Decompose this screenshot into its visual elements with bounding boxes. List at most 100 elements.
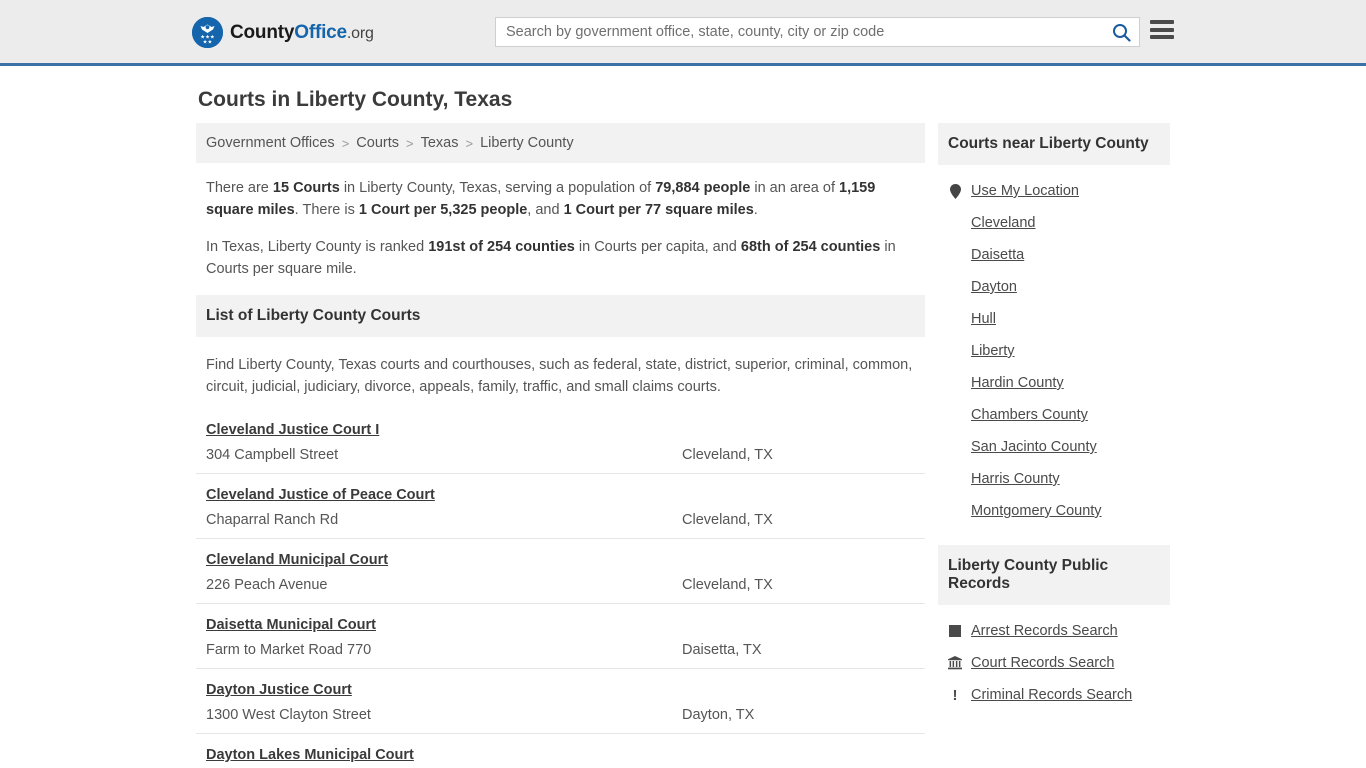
public-records-heading: Liberty County Public Records [938, 545, 1170, 605]
public-record-link-row[interactable]: Court Records Search [948, 647, 1160, 679]
court-meta: Chaparral Ranch Rd Cleveland, TX [206, 512, 915, 528]
intro-paragraph-1: There are 15 Courts in Liberty County, T… [206, 180, 876, 219]
nearby-link-liberty[interactable]: Liberty [971, 343, 1015, 359]
search-bar[interactable] [495, 17, 1140, 47]
nearby-link-row[interactable]: Daisetta [948, 239, 1160, 271]
nearby-link-montgomery-county[interactable]: Montgomery County [971, 503, 1102, 519]
court-list-item: Cleveland Justice Court I 304 Campbell St… [196, 409, 925, 473]
public-records-panel: Liberty County Public Records Arrest Rec… [938, 545, 1170, 715]
search-input[interactable] [496, 18, 1103, 46]
public-record-link-arrest-records-search[interactable]: Arrest Records Search [971, 623, 1118, 639]
search-button[interactable] [1103, 18, 1139, 46]
court-list-item: Cleveland Municipal Court 226 Peach Avenu… [196, 537, 925, 603]
logo-text-county: County [230, 21, 295, 43]
stat-court-count: 15 Courts [272, 180, 340, 196]
stat-per-area: 1 Court per 77 square miles [563, 202, 754, 219]
court-city: Daisetta, TX [682, 641, 762, 658]
courts-list: Cleveland Justice Court I 304 Campbell St… [196, 409, 925, 768]
breadcrumb-item-texas[interactable]: Texas [421, 135, 459, 151]
search-icon [1112, 23, 1131, 42]
breadcrumb-separator: > [341, 135, 350, 151]
nearby-link-row[interactable]: Cleveland [948, 207, 1160, 239]
public-record-link-criminal-records-search[interactable]: Criminal Records Search [971, 687, 1132, 703]
nearby-link-row[interactable]: Liberty [948, 335, 1160, 367]
logo-text-office: Office [294, 21, 347, 43]
stat-rank-area: 68th of 254 counties [740, 238, 881, 255]
court-meta: Farm to Market Road 770 Daisetta, TX [206, 642, 915, 658]
intro-statistics: There are 15 Courts in Liberty County, T… [196, 163, 925, 281]
breadcrumb-item-government-offices[interactable]: Government Offices [206, 135, 335, 151]
list-section-description: Find Liberty County, Texas courts and co… [206, 356, 913, 396]
court-name-link[interactable]: Dayton Justice Court [206, 682, 352, 698]
nearby-link-san-jacinto-county[interactable]: San Jacinto County [971, 439, 1097, 455]
court-address: 226 Peach Avenue [206, 576, 328, 593]
court-name-link[interactable]: Cleveland Justice of Peace Court [206, 487, 435, 503]
public-record-link-row[interactable]: ! Criminal Records Search [948, 679, 1160, 711]
public-record-link-row[interactable]: Arrest Records Search [948, 615, 1160, 647]
court-meta: 226 Peach Avenue Cleveland, TX [206, 577, 915, 593]
stat-population: 79,884 people [655, 180, 751, 196]
nearby-link-row[interactable]: San Jacinto County [948, 431, 1160, 463]
nearby-link-daisetta[interactable]: Daisetta [971, 247, 1024, 263]
map-pin-icon [948, 183, 962, 199]
square-icon [948, 625, 962, 637]
court-address: 1300 West Clayton Street [206, 706, 371, 723]
court-name-link[interactable]: Dayton Lakes Municipal Court [206, 747, 414, 763]
site-logo[interactable]: ★★★ ★★ CountyOffice.org [192, 17, 374, 48]
court-city: Cleveland, TX [682, 576, 773, 593]
court-list-item: Cleveland Justice of Peace Court Chaparra… [196, 472, 925, 538]
nearby-link-hull[interactable]: Hull [971, 311, 996, 327]
court-list-item: Dayton Justice Court 1300 West Clayton St… [196, 667, 925, 733]
nearby-link-chambers-county[interactable]: Chambers County [971, 407, 1088, 423]
nearby-courts-panel: Courts near Liberty County Use My Locati… [938, 123, 1170, 531]
nearby-link-row[interactable]: Chambers County [948, 399, 1160, 431]
hamburger-menu-icon[interactable] [1150, 20, 1174, 39]
nearby-link-hardin-county[interactable]: Hardin County [971, 375, 1064, 391]
nearby-link-row[interactable]: Dayton [948, 271, 1160, 303]
breadcrumb-separator: > [465, 135, 474, 151]
public-record-link-court-records-search[interactable]: Court Records Search [971, 655, 1114, 671]
nearby-link-use-my-location[interactable]: Use My Location [971, 183, 1079, 199]
court-address: 304 Campbell Street [206, 446, 339, 463]
court-list-item: Dayton Lakes Municipal Court273 Trinity … [196, 732, 925, 768]
nearby-link-row[interactable]: Hull [948, 303, 1160, 335]
exclamation-icon: ! [952, 686, 958, 704]
page-title: Courts in Liberty County, Texas [198, 88, 513, 111]
court-name-link[interactable]: Cleveland Municipal Court [206, 552, 388, 568]
main-column: Government Offices > Courts > Texas > Liberty … [196, 123, 925, 768]
intro-paragraph-2: In Texas, Liberty County is ranked 191st… [206, 238, 896, 278]
sidebar: Courts near Liberty County Use My Locati… [938, 123, 1170, 729]
court-name-link[interactable]: Daisetta Municipal Court [206, 617, 376, 633]
eagle-seal-icon: ★★★ ★★ [192, 17, 223, 48]
breadcrumb-item-courts[interactable]: Courts [356, 135, 399, 151]
nearby-link-cleveland[interactable]: Cleveland [971, 215, 1036, 231]
nearby-link-dayton[interactable]: Dayton [971, 279, 1017, 295]
breadcrumb-separator: > [406, 135, 414, 151]
nearby-link-row[interactable]: Use My Location [948, 175, 1160, 207]
nearby-link-row[interactable]: Hardin County [948, 367, 1160, 399]
nearby-courts-heading: Courts near Liberty County [938, 123, 1170, 165]
logo-wordmark: CountyOffice.org [230, 22, 374, 44]
court-address: Chaparral Ranch Rd [206, 511, 339, 528]
court-meta: 1300 West Clayton Street Dayton, TX [206, 707, 915, 723]
svg-text:★★: ★★ [203, 39, 213, 45]
site-header: ★★★ ★★ CountyOffice.org [0, 0, 1366, 66]
nearby-link-row[interactable]: Harris County [948, 463, 1160, 495]
stat-per-capita: 1 Court per 5,325 people [358, 202, 528, 219]
courthouse-icon [948, 656, 962, 670]
court-meta: 304 Campbell Street Cleveland, TX [206, 447, 915, 463]
court-list-item: Daisetta Municipal Court Farm to Market R… [196, 602, 925, 668]
list-section-heading: List of Liberty County Courts [196, 294, 925, 337]
court-name-link[interactable]: Cleveland Justice Court I [206, 422, 379, 438]
nearby-link-harris-county[interactable]: Harris County [971, 471, 1060, 487]
court-city: Cleveland, TX [682, 446, 773, 463]
court-address: Farm to Market Road 770 [206, 641, 372, 658]
court-city: Dayton, TX [682, 706, 755, 723]
page-root: ★★★ ★★ CountyOffice.org Courts in Libert… [0, 0, 1366, 768]
court-city: Cleveland, TX [682, 511, 773, 528]
logo-text-org: .org [346, 24, 374, 42]
nearby-link-row[interactable]: Montgomery County [948, 495, 1160, 527]
breadcrumb-item-liberty-county[interactable]: Liberty County [480, 135, 574, 151]
breadcrumb: Government Offices > Courts > Texas > Liberty … [196, 123, 925, 163]
stat-rank-capita: 191st of 254 counties [428, 238, 575, 255]
